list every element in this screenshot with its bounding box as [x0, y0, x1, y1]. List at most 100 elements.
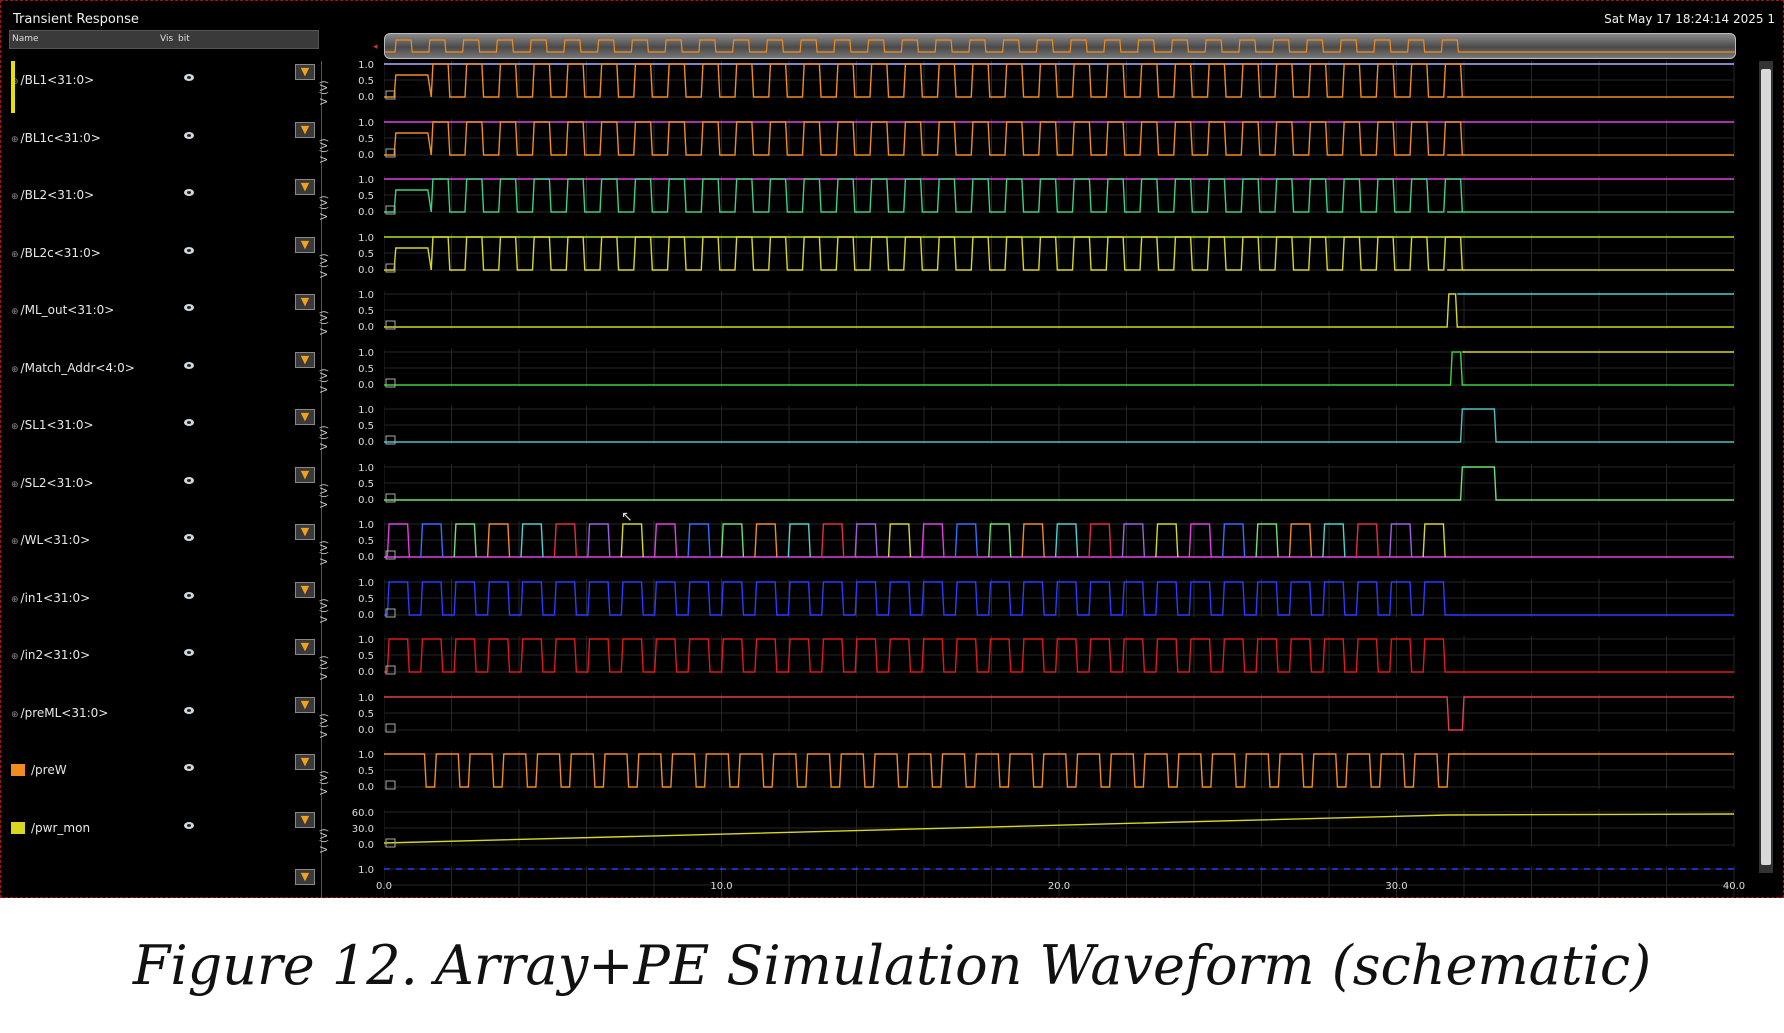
waveform-plot[interactable] — [384, 291, 1736, 343]
expand-icon[interactable]: ⊕ — [11, 480, 19, 490]
filter-icon[interactable]: ▼ — [295, 351, 315, 368]
filter-icon[interactable]: ▼ — [295, 64, 315, 80]
waveform-plot[interactable] — [384, 693, 1736, 746]
column-vis-header[interactable]: Vis — [160, 34, 173, 44]
signal-row[interactable]: ⊕/SL1<31:0> ▼ V (V) 1.0 0.5 0.0 — [1, 405, 1783, 464]
signal-row[interactable]: /preW ▼ V (V) 1.0 0.5 0.0 — [1, 750, 1783, 809]
filter-icon[interactable]: ▼ — [295, 524, 315, 540]
overview-left-marker-icon[interactable]: ◂ — [373, 42, 381, 52]
signal-name[interactable]: ⊕/preML<31:0> — [11, 706, 108, 720]
filter-icon[interactable]: ▼ — [295, 696, 315, 713]
waveform-plot[interactable] — [384, 348, 1736, 401]
filter-icon[interactable]: ▼ — [295, 869, 315, 885]
x-tick-label: 20.0 — [1047, 881, 1071, 892]
visibility-eye-icon[interactable] — [184, 591, 194, 599]
visibility-eye-icon[interactable] — [184, 706, 194, 714]
visibility-eye-icon[interactable] — [184, 476, 194, 484]
waveform-plot[interactable] — [384, 176, 1736, 228]
y-tick-label: 0.0 — [358, 552, 374, 563]
waveform-plot[interactable] — [384, 118, 1736, 171]
scrollbar-thumb[interactable] — [1761, 69, 1771, 865]
visibility-eye-icon[interactable] — [184, 821, 194, 829]
signal-row[interactable]: ⊕/BL1<31:0> ▼ V (V) 1.0 0.5 0.0 — [1, 60, 1783, 119]
filter-icon[interactable]: ▼ — [295, 179, 315, 195]
trace-marker-icon — [385, 723, 396, 732]
signal-row[interactable]: ⊕/in2<31:0> ▼ V (V) 1.0 0.5 0.0 — [1, 635, 1783, 694]
signal-name[interactable]: ⊕/in2<31:0> — [11, 648, 90, 662]
signal-name[interactable]: ⊕/BL1c<31:0> — [11, 131, 101, 145]
filter-icon[interactable]: ▼ — [295, 236, 315, 253]
signal-row[interactable]: ⊕/ML_out<31:0> ▼ V (V) 1.0 0.5 0.0 — [1, 290, 1783, 349]
signal-name[interactable]: ⊕/SL1<31:0> — [11, 418, 94, 432]
signal-row[interactable]: ⊕/Match_Addr<4:0> ▼ V (V) 1.0 0.5 0.0 — [1, 347, 1783, 407]
visibility-eye-icon[interactable] — [184, 361, 194, 369]
signal-name[interactable]: ⊕/in1<31:0> — [11, 591, 90, 605]
visibility-eye-icon[interactable] — [184, 534, 194, 541]
waveform-plot[interactable] — [384, 406, 1736, 458]
filter-icon[interactable]: ▼ — [295, 811, 315, 828]
visibility-eye-icon[interactable] — [184, 419, 194, 426]
signal-name[interactable]: ⊕/SL2<31:0> — [11, 476, 94, 490]
signal-name[interactable]: /preW — [11, 763, 67, 777]
signal-row[interactable]: /pwr_mon ▼ V (V) 60.0 30.0 0.0 — [1, 808, 1783, 867]
trace-marker-icon — [385, 493, 396, 502]
y-tick-label: 1.0 — [358, 347, 374, 359]
signal-name[interactable]: /pwr_mon — [11, 821, 90, 835]
filter-icon[interactable]: ▼ — [295, 294, 315, 310]
expand-icon[interactable]: ⊕ — [11, 652, 19, 662]
expand-icon[interactable]: ⊕ — [11, 422, 19, 432]
column-name-header[interactable]: Name — [12, 34, 39, 44]
signal-name[interactable]: ⊕/BL1<31:0> — [11, 73, 94, 87]
waveform-plot[interactable] — [384, 521, 1736, 573]
expand-icon[interactable]: ⊕ — [11, 135, 19, 145]
visibility-eye-icon[interactable] — [184, 649, 194, 656]
expand-icon[interactable]: ⊕ — [11, 595, 19, 605]
expand-icon[interactable]: ⊕ — [11, 307, 19, 317]
signal-row[interactable]: ⊕/in1<31:0> ▼ V (V) 1.0 0.5 0.0 — [1, 578, 1783, 637]
visibility-eye-icon[interactable] — [184, 131, 194, 139]
expand-icon[interactable]: ⊕ — [11, 365, 19, 375]
visibility-eye-icon[interactable] — [184, 74, 194, 81]
filter-icon[interactable]: ▼ — [295, 466, 315, 483]
trace-marker-icon — [385, 780, 396, 790]
filter-icon[interactable]: ▼ — [295, 409, 315, 425]
signal-name[interactable]: ⊕/WL<31:0> — [11, 533, 90, 547]
visibility-eye-icon[interactable] — [184, 189, 194, 196]
visibility-eye-icon[interactable] — [184, 246, 194, 254]
signal-name[interactable]: ⊕/BL2<31:0> — [11, 188, 94, 202]
waveform-plot[interactable] — [384, 751, 1736, 803]
expand-icon[interactable]: ⊕ — [11, 192, 19, 202]
signal-row[interactable]: ⊕/SL2<31:0> ▼ V (V) 1.0 0.5 0.0 — [1, 463, 1783, 522]
signal-name-label: /preML<31:0> — [20, 705, 109, 720]
waveform-plot[interactable] — [384, 233, 1736, 286]
y-tick-label: 1.0 — [358, 117, 374, 129]
waveform-plot[interactable] — [384, 463, 1736, 516]
signal-row[interactable]: ⊕/BL2<31:0> ▼ V (V) 1.0 0.5 0.0 — [1, 175, 1783, 234]
filter-icon[interactable]: ▼ — [295, 581, 315, 598]
waveform-plot[interactable] — [384, 578, 1736, 631]
waveform-plot[interactable] — [384, 636, 1736, 688]
expand-icon[interactable]: ⊕ — [11, 250, 19, 260]
visibility-eye-icon[interactable] — [184, 764, 194, 771]
vertical-scrollbar[interactable] — [1759, 61, 1773, 873]
signal-name[interactable]: ⊕/BL2c<31:0> — [11, 246, 101, 260]
signal-row[interactable]: ⊕/BL2c<31:0> ▼ V (V) 1.0 0.5 0.0 — [1, 233, 1783, 292]
filter-icon[interactable]: ▼ — [295, 754, 315, 770]
filter-icon[interactable]: ▼ — [295, 639, 315, 655]
column-bit-header[interactable]: bit — [178, 34, 190, 44]
signal-row[interactable]: ⊕/BL1c<31:0> ▼ V (V) 1.0 0.5 0.0 — [1, 117, 1783, 177]
overview-scroller[interactable]: ◂ — [373, 33, 1736, 59]
signal-row[interactable]: ⊕/WL<31:0> ▼ V (V) 1.0 0.5 0.0 — [1, 520, 1783, 579]
signal-row[interactable]: ⊕/preML<31:0> ▼ V (V) 1.0 0.5 0.0 — [1, 693, 1783, 752]
filter-icon[interactable]: ▼ — [295, 121, 315, 138]
expand-icon[interactable]: ⊕ — [11, 537, 19, 547]
signal-name[interactable]: ⊕/ML_out<31:0> — [11, 303, 114, 317]
signal-name[interactable]: ⊕/Match_Addr<4:0> — [11, 361, 135, 375]
signal-name-label: /BL2c<31:0> — [20, 245, 101, 260]
y-tick-label: 30.0 — [351, 823, 374, 835]
visibility-eye-icon[interactable] — [184, 304, 194, 311]
waveform-plot[interactable] — [384, 808, 1736, 861]
expand-icon[interactable]: ⊕ — [11, 710, 19, 720]
signal-color-swatch — [11, 821, 25, 834]
waveform-plot[interactable] — [384, 61, 1736, 113]
